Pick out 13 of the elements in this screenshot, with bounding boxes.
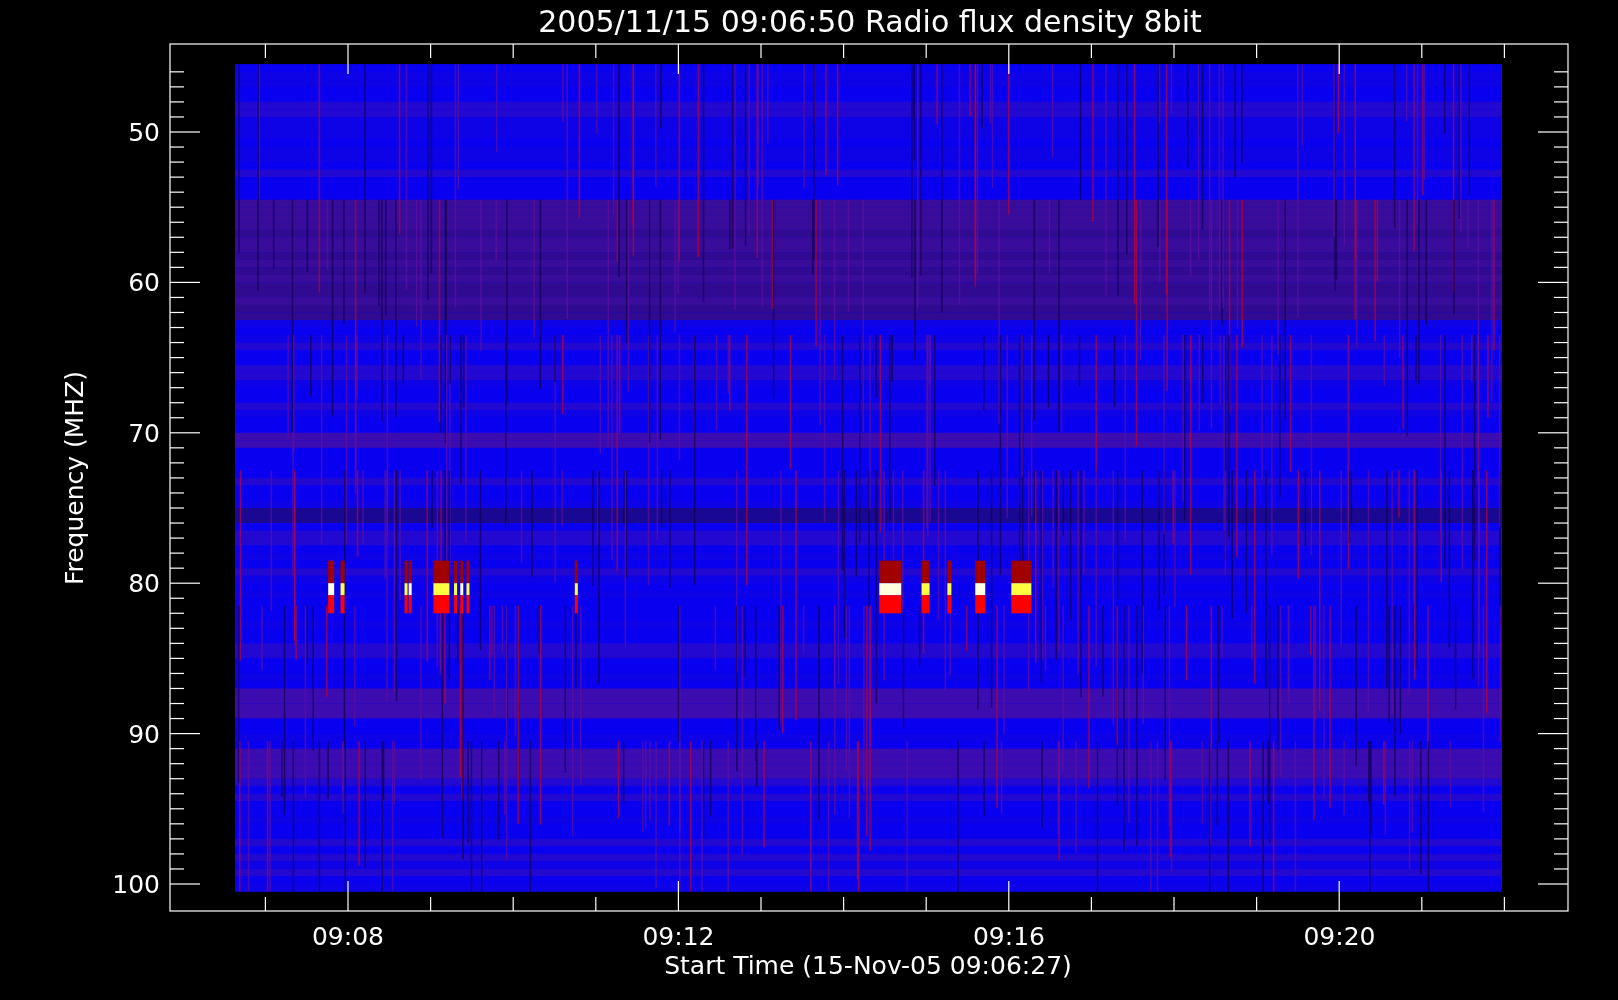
- y-tick-label: 50: [128, 118, 160, 147]
- chart-title: 2005/11/15 09:06:50 Radio flux density 8bit: [538, 4, 1202, 39]
- x-tick-label: 09:12: [642, 922, 715, 951]
- y-tick-label: 60: [128, 268, 160, 298]
- x-tick-label: 09:20: [1303, 922, 1376, 951]
- y-tick-label: 100: [112, 870, 160, 899]
- y-tick-label: 80: [128, 569, 160, 599]
- x-tick-label: 09:16: [973, 922, 1045, 951]
- x-tick-label: 09:08: [312, 922, 384, 951]
- x-axis-label: Start Time (15-Nov-05 09:06:27): [664, 951, 1072, 980]
- y-tick-label: 70: [128, 418, 160, 448]
- y-tick-label: 90: [128, 719, 160, 749]
- y-axis-label: Frequency (MHZ): [60, 370, 89, 586]
